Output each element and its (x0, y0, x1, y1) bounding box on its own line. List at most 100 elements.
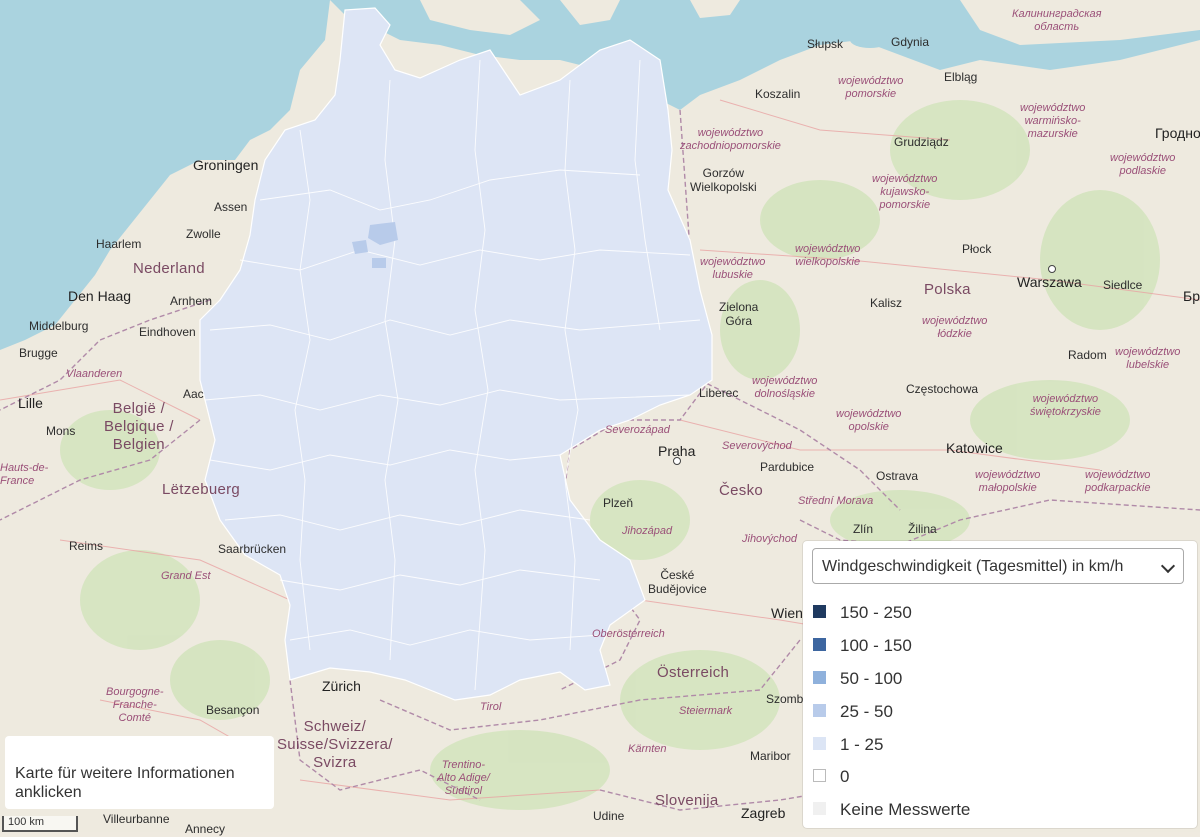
map-label-ceske-budejovice: České Budějovice (648, 568, 707, 596)
map-label-trentino: Trentino- Alto Adige/ Südtirol (437, 759, 490, 797)
map-label-slupsk: Słupsk (807, 37, 844, 51)
info-box: Karte für weitere Informationen anklicke… (5, 736, 274, 809)
map-label-middelburg: Middelburg (29, 319, 89, 333)
legend-label: 0 (840, 767, 850, 786)
map-label-gdynia: Gdynia (891, 35, 930, 49)
chevron-down-icon (1160, 558, 1176, 574)
map-label-elblag: Elbląg (944, 70, 978, 84)
map-label-swietokrzyskie: województwo świętokrzyskie (1030, 393, 1101, 418)
map-label-den-haag: Den Haag (68, 288, 132, 304)
parameter-select[interactable]: Windgeschwindigkeit (Tagesmittel) in km/… (812, 548, 1184, 584)
map-label-warminsko: województwo warmińsko- mazurskie (1020, 102, 1086, 140)
map-label-zagreb: Zagreb (741, 805, 786, 821)
map-label-severovychod: Severovýchod (722, 440, 792, 452)
map-label-podlaskie: województwo podlaskie (1110, 152, 1176, 177)
map-label-lodzkie: województwo łódzkie (922, 315, 988, 340)
legend-swatch (813, 638, 826, 651)
map-label-pomorskie: województwo pomorskie (838, 75, 904, 100)
map-label-mons: Mons (46, 424, 76, 438)
map-label-czestochowa: Częstochowa (906, 382, 979, 396)
map-label-severozapad: Severozápad (605, 424, 670, 436)
map-label-koszalin: Koszalin (755, 87, 801, 101)
map-label-vlaanderen: Vlaanderen (66, 368, 123, 380)
legend-label: 50 - 100 (840, 669, 903, 688)
map-label-gorzow: Gorzów Wielkopolski (690, 166, 757, 194)
map-label-malopolskie: województwo małopolskie (975, 469, 1041, 494)
map-label-zwolle: Zwolle (186, 227, 221, 241)
map-label-haarlem: Haarlem (96, 237, 142, 251)
map-label-grodno: Гродно (1155, 125, 1200, 141)
map-label-liberec: Liberec (699, 386, 739, 400)
map-label-groningen: Groningen (193, 157, 259, 173)
map-label-hauts-de-france: Hauts-de- France (0, 462, 49, 487)
map-label-oberosterreich: Oberösterreich (592, 628, 665, 640)
map-label-kaliningrad: Калининградская область (1012, 8, 1102, 33)
legend-swatch (813, 769, 826, 782)
legend-label: 150 - 250 (840, 603, 912, 622)
map-label-zurich: Zürich (322, 678, 361, 694)
map-label-steiermark: Steiermark (679, 705, 733, 717)
legend-panel: Windgeschwindigkeit (Tagesmittel) in km/… (803, 541, 1197, 828)
map-label-siedlce: Siedlce (1103, 278, 1143, 292)
map-label-lubuskie: województwo lubuskie (700, 256, 766, 281)
map-label-assen: Assen (214, 200, 248, 214)
map-label-ostrava: Ostrava (876, 469, 919, 483)
legend-label: Keine Messwerte (840, 800, 971, 819)
map-label-jihovychod: Jihovýchod (742, 533, 798, 545)
map-label-belgie: België / Belgique / Belgien (104, 400, 174, 453)
map-label-karnten: Kärnten (628, 743, 667, 755)
map-label-stredni-morava: Střední Morava (798, 495, 874, 507)
map-label-katowice: Katowice (946, 440, 1003, 456)
map-label-kalisz: Kalisz (870, 296, 903, 310)
map-label-slovenija: Slovenija (655, 792, 719, 809)
map-label-wielkopolskie: województwo wielkopolskie (795, 243, 861, 268)
city-marker-praha (673, 457, 681, 465)
map-label-lille: Lille (18, 395, 43, 411)
map-label-zilina: Žilina (908, 522, 937, 536)
map-label-tirol: Tirol (480, 701, 502, 713)
map-label-lubelskie: województwo lubelskie (1115, 346, 1181, 371)
map-label-saarbrucken: Saarbrücken (218, 542, 287, 556)
legend-swatch (813, 704, 826, 717)
map-label-radom: Radom (1068, 348, 1107, 362)
scale-bar: 100 km (2, 816, 78, 832)
legend-swatch (813, 802, 826, 815)
map-label-brugge: Brugge (19, 346, 58, 360)
legend-swatch (813, 671, 826, 684)
map-label-annecy: Annecy (185, 822, 226, 836)
map-label-wien: Wien (771, 605, 803, 621)
map-label-cesko: Česko (719, 482, 764, 499)
map-label-reims: Reims (69, 539, 104, 553)
map-label-brest: Бр (1183, 288, 1200, 304)
map-label-grand-est: Grand Est (161, 570, 211, 582)
scale-label: 100 km (8, 816, 45, 828)
map-label-udine: Udine (593, 809, 625, 823)
map-label-villeurbanne: Villeurbanne (103, 812, 170, 826)
map-label-polska: Polska (924, 281, 971, 298)
map-label-maribor: Maribor (750, 749, 791, 763)
legend-label: 25 - 50 (840, 702, 893, 721)
map-label-eindhoven: Eindhoven (139, 325, 196, 339)
legend-label: 1 - 25 (840, 735, 884, 754)
map-label-besancon: Besançon (206, 703, 260, 717)
map-label-pardubice: Pardubice (760, 460, 815, 474)
map-label-dolnoslaskie: województwo dolnośląskie (752, 375, 818, 400)
parameter-select-value: Windgeschwindigkeit (Tagesmittel) in km/… (822, 558, 1124, 575)
map-label-zlin: Zlín (853, 522, 874, 536)
legend-swatch (813, 737, 826, 750)
map-label-grudziadz: Grudziądz (894, 135, 949, 149)
map-label-osterreich: Österreich (657, 664, 730, 681)
legend-label: 100 - 150 (840, 636, 912, 655)
map-label-aachen: Aac (183, 387, 204, 401)
map-label-praha: Praha (658, 443, 696, 459)
map-label-zachodnio: województwo zachodniopomorskie (680, 127, 781, 152)
map-label-nederland: Nederland (133, 260, 205, 277)
map-label-zielona-gora: Zielona Góra (719, 300, 759, 328)
map-label-warszawa: Warszawa (1017, 274, 1082, 290)
info-text: Karte für weitere Informationen anklicke… (15, 765, 235, 801)
city-marker-warszawa (1048, 265, 1056, 273)
map-label-kujawsko: województwo kujawsko- pomorskie (872, 173, 938, 211)
map-label-bourgogne: Bourgogne- Franche- Comté (106, 686, 164, 724)
map-label-plock: Płock (962, 242, 992, 256)
map-label-arnhem: Arnhem (170, 294, 213, 308)
